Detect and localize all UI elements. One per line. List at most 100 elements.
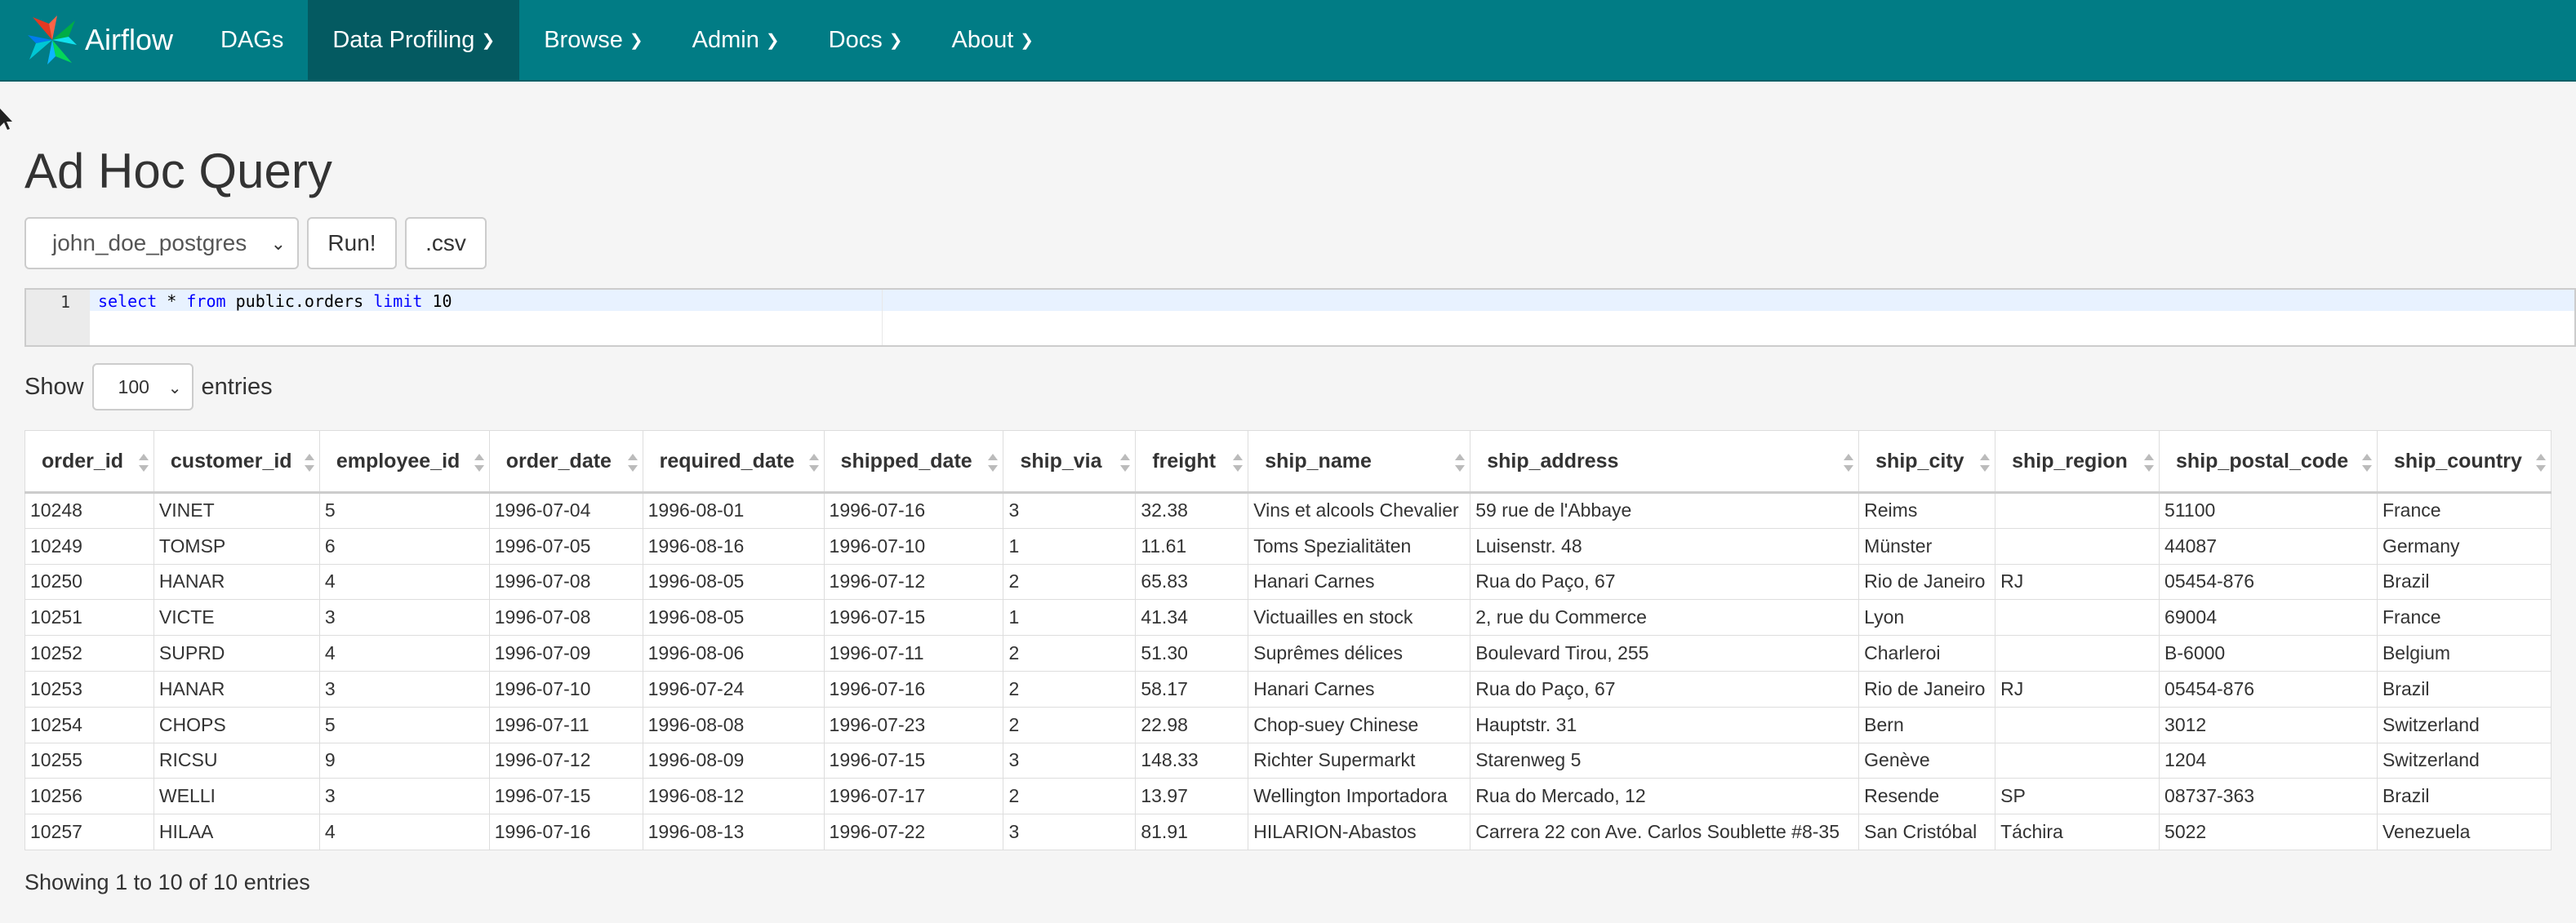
sort-icon — [1844, 454, 1854, 472]
cell-required-date: 1996-08-09 — [642, 742, 825, 779]
column-header-label: customer_id — [170, 449, 292, 473]
nav-data-profiling[interactable]: Data Profiling ❯ — [308, 0, 520, 80]
nav-browse[interactable]: Browse ❯ — [519, 0, 667, 80]
nav-admin[interactable]: Admin ❯ — [668, 0, 804, 80]
cell-ship-name: Suprêmes délices — [1248, 635, 1471, 672]
cell-ship-postal-code: 44087 — [2159, 527, 2378, 565]
table-row: 10255 RICSU 9 1996-07-12 1996-08-09 1996-07-1… — [24, 742, 2552, 779]
sort-icon — [2144, 454, 2155, 472]
nav-docs[interactable]: Docs ❯ — [804, 0, 928, 80]
cell-ship-via: 2 — [1003, 635, 1137, 672]
column-header-shipped-date[interactable]: shipped_date — [823, 430, 1004, 494]
print-margin — [882, 290, 883, 345]
column-header-ship-address[interactable]: ship_address — [1470, 430, 1860, 494]
column-header-freight[interactable]: freight — [1135, 430, 1249, 494]
connection-select[interactable]: john_doe_postgres ⌄ — [24, 217, 299, 269]
cell-ship-region — [1995, 635, 2160, 672]
cell-required-date: 1996-08-08 — [642, 706, 825, 743]
table-body: 10248 VINET 5 1996-07-04 1996-08-01 1996-07-1… — [24, 492, 2552, 850]
cell-ship-postal-code: 1204 — [2159, 742, 2378, 779]
cell-ship-name: Hanari Carnes — [1248, 563, 1471, 601]
nav-dags[interactable]: DAGs — [196, 0, 308, 80]
cell-order-date: 1996-07-16 — [488, 814, 643, 850]
cell-ship-region: SP — [1995, 778, 2160, 815]
column-header-label: required_date — [659, 449, 794, 473]
sql-editor[interactable]: 1 select * from public.orders limit 10 — [24, 288, 2576, 347]
cell-ship-city: Rio de Janeiro — [1858, 670, 1996, 708]
cell-ship-postal-code: B-6000 — [2159, 635, 2378, 672]
run-button[interactable]: Run! — [307, 217, 397, 269]
cell-ship-country: Belgium — [2376, 635, 2552, 672]
sort-icon — [1455, 454, 1466, 472]
table-row: 10250 HANAR 4 1996-07-08 1996-08-05 1996-07-1… — [24, 563, 2552, 601]
cell-freight: 11.61 — [1135, 527, 1249, 565]
cell-employee-id: 9 — [318, 742, 490, 779]
column-header-ship-city[interactable]: ship_city — [1858, 430, 1996, 494]
cell-ship-city: Reims — [1858, 492, 1996, 529]
cell-employee-id: 3 — [318, 778, 490, 815]
cell-required-date: 1996-08-16 — [642, 527, 825, 565]
csv-button[interactable]: .csv — [405, 217, 487, 269]
cell-ship-address: Rua do Paço, 67 — [1470, 670, 1860, 708]
cell-ship-country: Brazil — [2376, 670, 2552, 708]
cell-ship-via: 3 — [1003, 742, 1137, 779]
nav-admin-label: Admin — [692, 26, 759, 53]
column-header-order-id[interactable]: order_id — [24, 430, 154, 494]
column-header-customer-id[interactable]: customer_id — [153, 430, 320, 494]
cell-order-id: 10255 — [24, 742, 154, 779]
column-header-ship-postal-code[interactable]: ship_postal_code — [2159, 430, 2378, 494]
nav-about[interactable]: About ❯ — [927, 0, 1058, 80]
cell-order-id: 10252 — [24, 635, 154, 672]
table-info: Showing 1 to 10 of 10 entries — [24, 870, 310, 894]
cell-shipped-date: 1996-07-10 — [823, 527, 1004, 565]
entries-label: entries — [201, 373, 273, 400]
cell-ship-region — [1995, 492, 2160, 529]
cell-ship-via: 3 — [1003, 814, 1137, 850]
cell-ship-name: Victuailles en stock — [1248, 599, 1471, 637]
top-navbar: Airflow DAGs Data Profiling ❯ Browse ❯ A… — [0, 0, 2576, 82]
column-header-label: ship_postal_code — [2176, 449, 2349, 473]
cell-order-date: 1996-07-08 — [488, 563, 643, 601]
cell-ship-region — [1995, 599, 2160, 637]
cell-shipped-date: 1996-07-16 — [823, 670, 1004, 708]
cell-ship-region: RJ — [1995, 563, 2160, 601]
column-header-label: ship_via — [1020, 449, 1102, 473]
cell-customer-id: RICSU — [153, 742, 320, 779]
column-header-order-date[interactable]: order_date — [488, 430, 643, 494]
cell-ship-city: Genève — [1858, 742, 1996, 779]
sql-query-text[interactable]: select * from public.orders limit 10 — [98, 291, 452, 311]
results-table: order_id customer_id employee_id order_date… — [24, 430, 2552, 850]
entries-length-select[interactable]: 100 ⌄ — [91, 363, 194, 410]
cell-required-date: 1996-08-12 — [642, 778, 825, 815]
table-header-row: order_id customer_id employee_id order_date… — [24, 430, 2552, 494]
table-row: 10249 TOMSP 6 1996-07-05 1996-08-16 1996-07-1… — [24, 527, 2552, 565]
column-header-required-date[interactable]: required_date — [642, 430, 825, 494]
cell-ship-postal-code: 69004 — [2159, 599, 2378, 637]
cell-ship-address: 59 rue de l'Abbaye — [1470, 492, 1860, 529]
column-header-ship-country[interactable]: ship_country — [2376, 430, 2552, 494]
cell-ship-address: 2, rue du Commerce — [1470, 599, 1860, 637]
chevron-down-icon: ❯ — [629, 31, 643, 50]
cell-ship-address: Starenweg 5 — [1470, 742, 1860, 779]
cell-ship-via: 2 — [1003, 778, 1137, 815]
cell-ship-country: Brazil — [2376, 563, 2552, 601]
cell-customer-id: CHOPS — [153, 706, 320, 743]
cell-employee-id: 6 — [318, 527, 490, 565]
cell-ship-postal-code: 05454-876 — [2159, 563, 2378, 601]
cell-ship-country: France — [2376, 599, 2552, 637]
table-row: 10254 CHOPS 5 1996-07-11 1996-08-08 1996-07-2… — [24, 706, 2552, 743]
cell-ship-address: Rua do Paço, 67 — [1470, 563, 1860, 601]
column-header-label: order_id — [42, 449, 124, 473]
cell-ship-region: Táchira — [1995, 814, 2160, 850]
column-header-ship-name[interactable]: ship_name — [1248, 430, 1471, 494]
brand[interactable]: Airflow — [0, 0, 196, 80]
cell-freight: 32.38 — [1135, 492, 1249, 529]
column-header-ship-region[interactable]: ship_region — [1995, 430, 2160, 494]
cell-ship-region — [1995, 742, 2160, 779]
cell-ship-address: Carrera 22 con Ave. Carlos Soublette #8-… — [1470, 814, 1860, 850]
cell-employee-id: 3 — [318, 670, 490, 708]
column-header-label: ship_city — [1875, 449, 1964, 473]
column-header-employee-id[interactable]: employee_id — [318, 430, 490, 494]
cell-required-date: 1996-08-05 — [642, 599, 825, 637]
column-header-ship-via[interactable]: ship_via — [1003, 430, 1137, 494]
